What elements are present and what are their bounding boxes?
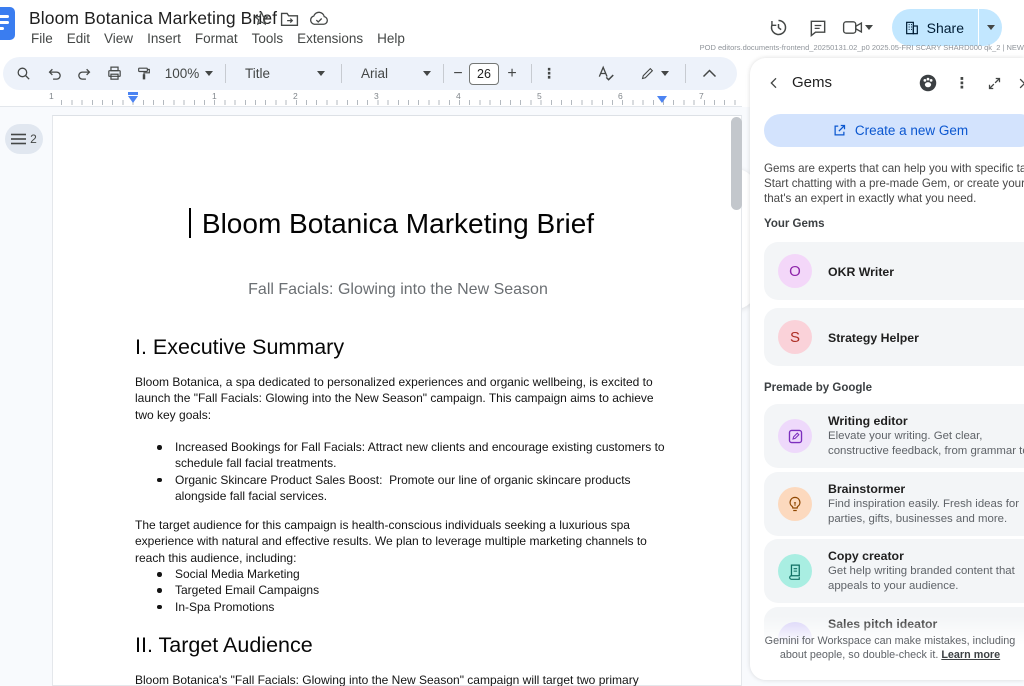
version-history-button[interactable] [764, 13, 794, 43]
lightbulb-icon [789, 496, 801, 511]
doc-paragraph-3[interactable]: Bloom Botanica's "Fall Facials: Glowing … [135, 672, 639, 686]
tab-count: 2 [30, 132, 37, 146]
redo-button[interactable] [71, 57, 97, 90]
share-dropdown[interactable] [978, 9, 1002, 46]
share-label: Share [926, 19, 964, 36]
bullet-item[interactable]: Social Media Marketing [135, 566, 319, 582]
back-button[interactable] [762, 71, 786, 95]
strategy-helper-avatar: S [778, 320, 812, 354]
increase-font-size-button[interactable]: + [501, 57, 523, 90]
move-folder-icon[interactable] [280, 11, 299, 27]
google-docs-window: 2 Bloom Botanica Marketing Brief Fall Fa… [0, 0, 1024, 686]
cloud-saved-icon[interactable] [309, 11, 329, 26]
gem-card-okr-writer[interactable]: O OKR Writer [764, 242, 1024, 300]
bullet-item[interactable]: In-Spa Promotions [135, 599, 319, 615]
search-menus-button[interactable] [9, 57, 37, 90]
paragraph-style-select[interactable]: Title [235, 57, 335, 90]
doc-paragraph-2[interactable]: The target audience for this campaign is… [135, 517, 647, 566]
bullet-item[interactable]: Organic Skincare Product Sales Boost: Pr… [135, 472, 665, 505]
bullet-item[interactable]: Increased Bookings for Fall Facials: Att… [135, 439, 665, 472]
meet-button[interactable] [842, 19, 873, 36]
edit-square-icon [788, 429, 802, 443]
gem-card-writing-editor[interactable]: Writing editor Elevate your writing. Get… [764, 404, 1024, 468]
first-line-indent-marker[interactable] [128, 92, 138, 95]
doc-heading-2[interactable]: II. Target Audience [135, 632, 313, 659]
learn-more-link[interactable]: Learn more [941, 649, 1000, 661]
panel-title: Gems [792, 74, 833, 91]
bullet-item[interactable]: Targeted Email Campaigns [135, 582, 319, 598]
writing-editor-avatar [778, 419, 812, 453]
font-select[interactable]: Arial [351, 57, 441, 90]
doc-subtitle[interactable]: Fall Facials: Glowing into the New Seaso… [135, 281, 661, 299]
open-in-new-icon [834, 124, 845, 136]
menu-insert[interactable]: Insert [140, 29, 188, 48]
spelling-grammar-button[interactable] [591, 57, 619, 90]
menu-tools[interactable]: Tools [245, 29, 291, 48]
app-header: Bloom Botanica Marketing Brief File Edit… [0, 0, 1024, 57]
meet-dropdown-caret[interactable] [864, 25, 873, 30]
gemini-disclaimer: Gemini for Workspace can make mistakes, … [764, 635, 1016, 661]
gem-card-brainstormer[interactable]: Brainstormer Find inspiration easily. Fr… [764, 472, 1024, 536]
font-size-input[interactable]: 26 [469, 57, 499, 90]
comments-button[interactable] [803, 13, 833, 43]
gems-icon[interactable] [916, 71, 940, 95]
copy-creator-avatar [778, 554, 812, 588]
menu-format[interactable]: Format [188, 29, 245, 48]
share-button[interactable]: Share [891, 9, 1002, 46]
document-scrollbar[interactable] [731, 117, 742, 210]
gem-card-copy-creator[interactable]: Copy creator Get help writing branded co… [764, 539, 1024, 603]
okr-writer-avatar: O [778, 254, 812, 288]
menu-help[interactable]: Help [370, 29, 412, 48]
left-indent-marker[interactable] [128, 96, 138, 103]
google-docs-logo[interactable] [0, 7, 15, 40]
menu-file[interactable]: File [24, 29, 60, 48]
print-button[interactable] [101, 57, 127, 90]
more-formatting-button[interactable]: ⋮ [537, 57, 561, 90]
gems-description: Gems are experts that can help you with … [764, 162, 1024, 205]
doc-heading-1[interactable]: I. Executive Summary [135, 334, 344, 361]
undo-button[interactable] [41, 57, 67, 90]
close-panel-button[interactable] [1012, 71, 1024, 95]
doc-paragraph-1[interactable]: Bloom Botanica, a spa dedicated to perso… [135, 374, 654, 423]
outline-list-icon [11, 133, 27, 145]
scroll-doc-icon [789, 563, 800, 580]
formatting-toolbar: 100% Title Arial − 26 + ⋮ [3, 57, 737, 90]
document-page[interactable]: Bloom Botanica Marketing Brief Fall Faci… [52, 115, 742, 686]
menu-edit[interactable]: Edit [60, 29, 97, 48]
panel-menu-button[interactable]: ⋮ [950, 71, 974, 95]
pen-tools-button[interactable] [633, 57, 675, 90]
your-gems-label: Your Gems [764, 218, 825, 230]
collapse-toolbar-button[interactable] [695, 57, 723, 90]
menu-view[interactable]: View [97, 29, 140, 48]
doc-bullet-list-1: Increased Bookings for Fall Facials: Att… [135, 439, 665, 505]
document-tabs-button[interactable]: 2 [5, 124, 43, 154]
horizontal-ruler: 1 1 2 3 4 5 6 7 [0, 90, 742, 107]
menu-extensions[interactable]: Extensions [290, 29, 370, 48]
doc-title-heading[interactable]: Bloom Botanica Marketing Brief [135, 206, 661, 242]
gems-side-panel: Gems ⋮ Create a new Gem Gems are experts… [750, 58, 1024, 680]
brainstormer-avatar [778, 487, 812, 521]
create-new-gem-button[interactable]: Create a new Gem [764, 114, 1024, 147]
decrease-font-size-button[interactable]: − [447, 57, 469, 90]
zoom-select[interactable]: 100% [161, 57, 217, 90]
expand-panel-button[interactable] [982, 71, 1006, 95]
document-title-input[interactable]: Bloom Botanica Marketing Brief [29, 8, 277, 29]
paint-format-button[interactable] [131, 57, 157, 90]
star-icon[interactable] [253, 10, 270, 27]
right-indent-marker[interactable] [657, 96, 667, 103]
menu-bar: File Edit View Insert Format Tools Exten… [24, 29, 412, 48]
gem-card-strategy-helper[interactable]: S Strategy Helper [764, 308, 1024, 366]
premade-by-google-label: Premade by Google [764, 382, 873, 394]
organization-icon [905, 21, 918, 34]
doc-bullet-list-2: Social Media Marketing Targeted Email Ca… [135, 566, 319, 615]
build-debug-text: POD editors.documents-frontend_20250131.… [699, 43, 1024, 52]
